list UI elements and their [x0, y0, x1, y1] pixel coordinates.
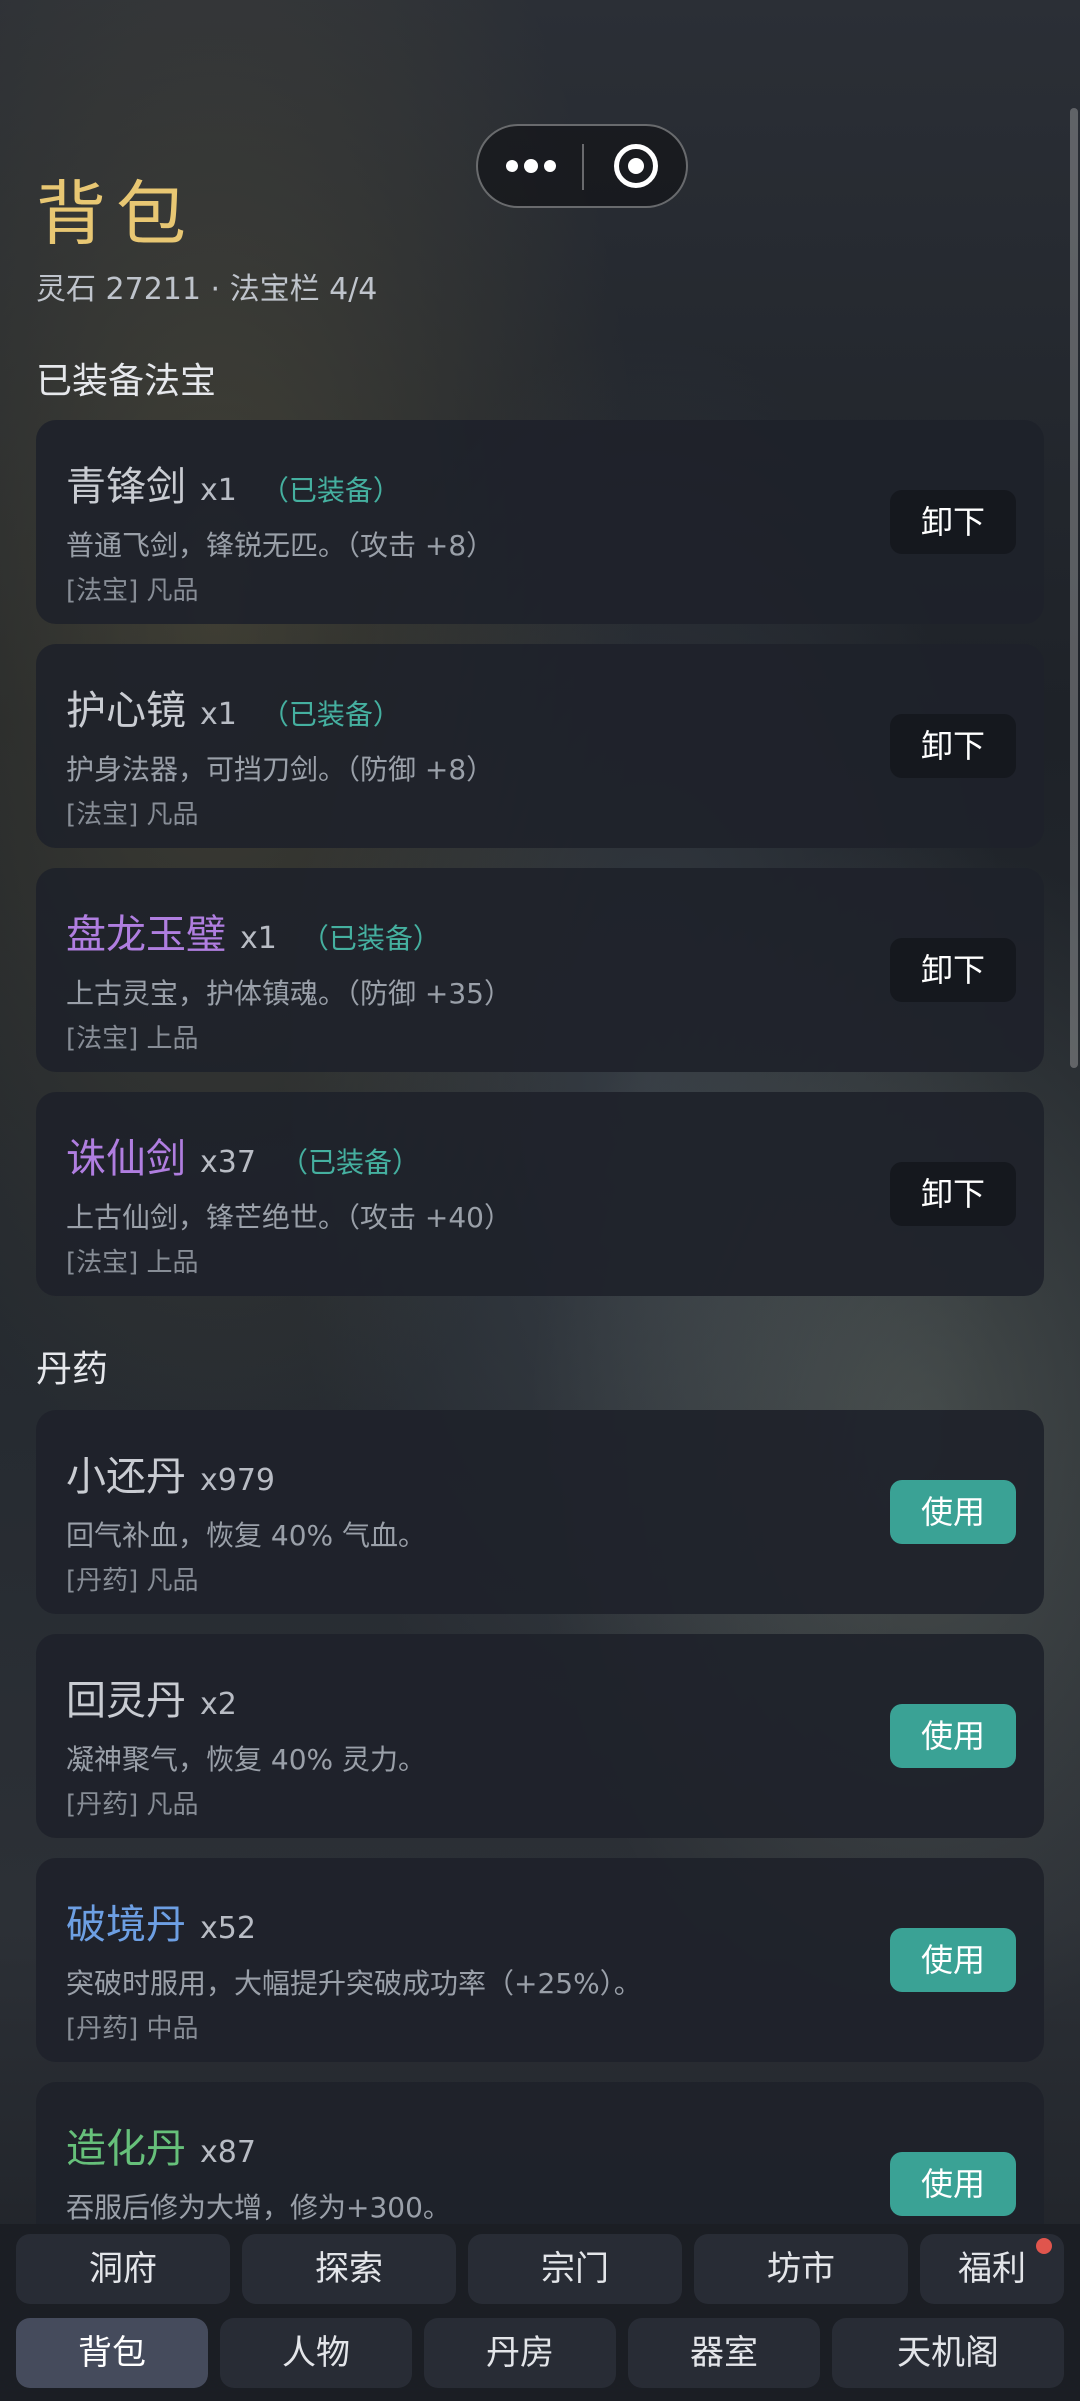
item-qty: x2	[200, 1687, 237, 1722]
nav-tab-sect[interactable]: 宗门	[468, 2234, 682, 2304]
item-qty: x979	[200, 1463, 276, 1498]
section-pills-title: 丹药	[36, 1349, 109, 1390]
unequip-button[interactable]: 卸下	[890, 490, 1016, 554]
use-button[interactable]: 使用	[890, 2152, 1016, 2216]
item-name: 护心镜 x1 （已装备）	[66, 688, 401, 734]
item-name: 小还丹 x979	[66, 1454, 276, 1500]
item-tag: [丹药] 凡品	[66, 1790, 199, 1820]
nav-tab-tianjige[interactable]: 天机阁	[832, 2318, 1064, 2388]
unequip-button[interactable]: 卸下	[890, 1162, 1016, 1226]
equipped-status: （已装备）	[300, 922, 441, 955]
equipped-status: （已装备）	[279, 1146, 420, 1179]
notification-dot	[1036, 2238, 1052, 2254]
item-desc: 吞服后修为大增，修为+300。	[66, 2191, 451, 2224]
item-card: 小还丹 x979 回气补血，恢复 40% 气血。 [丹药] 凡品 使用	[36, 1410, 1044, 1614]
use-button[interactable]: 使用	[890, 1704, 1016, 1768]
bottom-navigation: 洞府 探索 宗门 坊市 福利 背包 人物 丹房 器室 天机阁	[0, 2224, 1080, 2401]
item-name: 回灵丹 x2	[66, 1678, 237, 1724]
use-button[interactable]: 使用	[890, 1480, 1016, 1544]
item-desc: 回气补血，恢复 40% 气血。	[66, 1519, 427, 1552]
item-name: 青锋剑 x1 （已装备）	[66, 464, 401, 510]
equipped-status: （已装备）	[260, 698, 401, 731]
nav-tab-forge[interactable]: 器室	[628, 2318, 820, 2388]
nav-tab-explore[interactable]: 探索	[242, 2234, 456, 2304]
item-tag: [法宝] 凡品	[66, 576, 199, 606]
equipped-status: （已装备）	[260, 474, 401, 507]
item-qty: x1	[240, 921, 277, 956]
item-desc: 上古仙剑，锋芒绝世。（攻击 +40）	[66, 1201, 512, 1234]
item-card: 破境丹 x52 突破时服用，大幅提升突破成功率（+25%）。 [丹药] 中品 使用	[36, 1858, 1044, 2062]
more-dots-icon[interactable]	[506, 154, 558, 178]
use-button[interactable]: 使用	[890, 1928, 1016, 1992]
item-qty: x1	[200, 697, 237, 732]
scrollbar[interactable]	[1070, 108, 1078, 1068]
nav-tab-character[interactable]: 人物	[220, 2318, 412, 2388]
item-name: 破境丹 x52	[66, 1902, 256, 1948]
item-card: 青锋剑 x1 （已装备） 普通飞剑，锋锐无匹。（攻击 +8） [法宝] 凡品 卸下	[36, 420, 1044, 624]
nav-tab-dongfu[interactable]: 洞府	[16, 2234, 230, 2304]
nav-tab-alchemy[interactable]: 丹房	[424, 2318, 616, 2388]
item-tag: [丹药] 中品	[66, 2014, 199, 2044]
resource-summary: 灵石 27211 · 法宝栏 4/4	[36, 272, 378, 307]
item-card: 盘龙玉璧 x1 （已装备） 上古灵宝，护体镇魂。（防御 +35） [法宝] 上品 卸…	[36, 868, 1044, 1072]
page-title: 背包	[36, 173, 196, 255]
item-card: 护心镜 x1 （已装备） 护身法器，可挡刀剑。（防御 +8） [法宝] 凡品 卸下	[36, 644, 1044, 848]
capsule-divider	[582, 144, 584, 190]
item-desc: 普通飞剑，锋锐无匹。（攻击 +8）	[66, 529, 495, 562]
item-card: 回灵丹 x2 凝神聚气，恢复 40% 灵力。 [丹药] 凡品 使用	[36, 1634, 1044, 1838]
target-circle-icon[interactable]	[614, 144, 658, 188]
item-qty: x37	[200, 1145, 256, 1180]
item-desc: 护身法器，可挡刀剑。（防御 +8）	[66, 753, 495, 786]
item-name: 诛仙剑 x37 （已装备）	[66, 1136, 420, 1182]
section-equipped-title: 已装备法宝	[36, 361, 217, 402]
item-name: 造化丹 x87	[66, 2126, 256, 2172]
item-tag: [法宝] 上品	[66, 1024, 199, 1054]
item-desc: 突破时服用，大幅提升突破成功率（+25%）。	[66, 1967, 642, 2000]
item-tag: [丹药] 凡品	[66, 1566, 199, 1596]
item-qty: x1	[200, 473, 237, 508]
item-tag: [法宝] 凡品	[66, 800, 199, 830]
nav-tab-bag[interactable]: 背包	[16, 2318, 208, 2388]
item-desc: 凝神聚气，恢复 40% 灵力。	[66, 1743, 427, 1776]
item-qty: x87	[200, 2135, 256, 2170]
miniprogram-capsule	[476, 124, 688, 208]
unequip-button[interactable]: 卸下	[890, 714, 1016, 778]
unequip-button[interactable]: 卸下	[890, 938, 1016, 1002]
item-name: 盘龙玉璧 x1 （已装备）	[66, 912, 441, 958]
item-desc: 上古灵宝，护体镇魂。（防御 +35）	[66, 977, 512, 1010]
nav-tab-market[interactable]: 坊市	[694, 2234, 908, 2304]
item-tag: [法宝] 上品	[66, 1248, 199, 1278]
item-qty: x52	[200, 1911, 256, 1946]
item-card: 诛仙剑 x37 （已装备） 上古仙剑，锋芒绝世。（攻击 +40） [法宝] 上品 卸…	[36, 1092, 1044, 1296]
